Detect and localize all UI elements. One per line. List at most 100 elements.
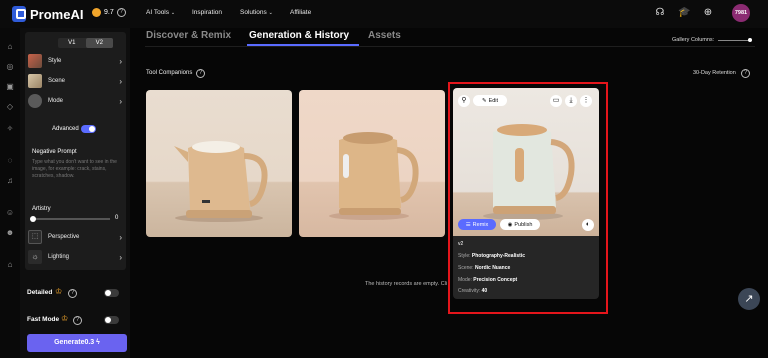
chevron-down-icon: ⌄ (170, 10, 176, 16)
gallery-columns-label: Gallery Columns: (672, 37, 715, 43)
left-rail: ⌂ ◎ ▣ ◇ ✧ ◌ ♫ ☺ ☻ ⌂ (0, 28, 20, 358)
magic-wand-icon[interactable]: ⚲ (458, 95, 470, 107)
negative-prompt-label: Negative Prompt (32, 149, 77, 155)
tab-generation-history[interactable]: Generation & History (249, 30, 349, 41)
mode-label: Mode (48, 98, 64, 104)
crown-icon: ♔ (55, 287, 63, 296)
contrast-icon[interactable]: ◐ (582, 219, 594, 231)
help-icon[interactable]: ? (741, 69, 750, 78)
gallery-columns-slider[interactable] (718, 40, 750, 41)
scene-thumbnail (28, 74, 42, 88)
crown-icon: ♔ (61, 314, 69, 323)
gallery-columns-knob[interactable] (748, 38, 752, 42)
bulb-icon[interactable]: ✧ (5, 124, 15, 134)
coin-icon (92, 8, 101, 17)
sliders-icon: ☰ (465, 221, 471, 228)
version-v1[interactable]: V1 (58, 38, 86, 48)
advanced-toggle[interactable] (81, 125, 96, 133)
version-toggle[interactable]: V1 V2 (58, 38, 113, 48)
headset-icon[interactable]: ☊ (654, 7, 666, 19)
settings-panel: V1 V2 Style › Scene › Mode › Advanced Ne… (20, 28, 130, 358)
pencil-icon: ✎ (481, 97, 487, 104)
mode-row[interactable]: Mode › (25, 92, 126, 110)
scene-value: Nordic Nuance (474, 265, 511, 271)
explore-icon[interactable]: ◎ (5, 62, 15, 72)
generated-image[interactable] (299, 90, 445, 237)
download-icon[interactable]: ⤓ (565, 95, 577, 107)
scene-label: Scene (48, 78, 66, 84)
user-icon[interactable]: ☺ (5, 208, 15, 218)
perspective-label: Perspective (48, 234, 80, 240)
bell-icon[interactable]: ♫ (5, 176, 15, 186)
style-key: Style: (458, 253, 471, 259)
artistry-slider-track[interactable] (32, 218, 110, 220)
card-mode: Mode: Precision Concept (458, 277, 517, 283)
empty-history-text: The history records are empty. Cli (365, 281, 448, 287)
help-icon[interactable]: ? (68, 289, 77, 298)
lighting-label: Lighting (48, 254, 70, 260)
style-label: Style (48, 58, 62, 64)
cube-icon[interactable]: ◇ (5, 102, 15, 112)
nav-ai-tools-label: AI Tools (146, 9, 170, 16)
share-icon: ↗ (744, 293, 754, 305)
generated-image[interactable] (146, 90, 292, 237)
eye-icon: ◉ (507, 221, 513, 228)
image-icon[interactable]: ▣ (5, 82, 15, 92)
mode-value: Precision Concept (473, 277, 518, 283)
home-icon[interactable]: ⌂ (5, 42, 15, 52)
remix-button[interactable]: ☰ Remix (458, 219, 496, 230)
advanced-label: Advanced (52, 126, 79, 132)
generate-button[interactable]: Generate0.3 ϟ (27, 334, 127, 352)
share-button[interactable]: ↗ (738, 288, 760, 310)
nav-solutions[interactable]: Solutions ⌄ (240, 9, 273, 16)
remix-label: Remix (472, 221, 489, 228)
generated-image[interactable] (453, 88, 599, 236)
artistry-value: 0 (115, 215, 119, 221)
publish-button[interactable]: ◉ Publish (500, 219, 540, 230)
fast-mode-toggle[interactable] (104, 316, 119, 324)
scene-key: Scene: (458, 265, 474, 271)
users-icon[interactable]: ☻ (5, 228, 15, 238)
nav-ai-tools[interactable]: AI Tools ⌄ (146, 9, 175, 16)
kettle-image (329, 132, 419, 220)
negative-prompt-input[interactable]: Type what you don't want to see in the i… (32, 159, 120, 180)
compass-icon[interactable]: ◌ (5, 156, 15, 166)
detailed-toggle[interactable] (104, 289, 119, 297)
more-icon[interactable]: ⋮ (580, 95, 592, 107)
avatar[interactable]: 7981 (732, 4, 750, 22)
globe-icon[interactable]: ⊕ (702, 7, 714, 19)
retention-label: 30-Day Retention (693, 70, 736, 76)
tab-discover-remix[interactable]: Discover & Remix (146, 30, 231, 41)
version-v2[interactable]: V2 (85, 38, 113, 48)
card-scene: Scene: Nordic Nuance (458, 265, 510, 271)
edit-button[interactable]: ✎ Edit (473, 95, 507, 106)
chevron-right-icon: › (119, 96, 122, 106)
nav-inspiration[interactable]: Inspiration (192, 9, 222, 16)
credits-display[interactable]: 9.7 ? (92, 8, 126, 17)
chevron-right-icon: › (119, 252, 122, 262)
tab-assets[interactable]: Assets (368, 30, 401, 41)
chevron-down-icon: ⌄ (268, 10, 273, 16)
graduation-cap-icon[interactable]: 🎓 (678, 7, 690, 19)
artistry-slider-knob[interactable] (30, 216, 36, 222)
chevron-right-icon: › (119, 56, 122, 66)
selected-image-card[interactable]: ⚲ ✎ Edit ▭ ⤓ ⋮ ☰ Remix ◉ Publish ◐ v2 St… (453, 88, 599, 299)
scene-row[interactable]: Scene › (25, 72, 126, 90)
help-icon[interactable]: ? (73, 316, 82, 325)
creativity-key: Creativity: (458, 288, 481, 294)
lighting-row[interactable]: ☼ Lighting › (25, 248, 126, 266)
style-row[interactable]: Style › (25, 52, 126, 70)
help-icon[interactable]: ? (196, 69, 205, 78)
generate-label: Generate0.3 (54, 339, 95, 346)
nav-affiliate[interactable]: Affiliate (290, 9, 311, 16)
logo[interactable]: PromeAI (12, 6, 83, 22)
help-icon[interactable]: ? (116, 8, 126, 17)
kettle-image (483, 124, 575, 220)
mode-icon (28, 94, 42, 108)
perspective-row[interactable]: ⬚ Perspective › (25, 228, 126, 246)
sun-icon: ☼ (28, 250, 42, 264)
shop-icon[interactable]: ⌂ (5, 260, 15, 270)
style-value: Photography-Realistic (471, 253, 525, 259)
style-thumbnail (28, 54, 42, 68)
folder-icon[interactable]: ▭ (550, 95, 562, 107)
